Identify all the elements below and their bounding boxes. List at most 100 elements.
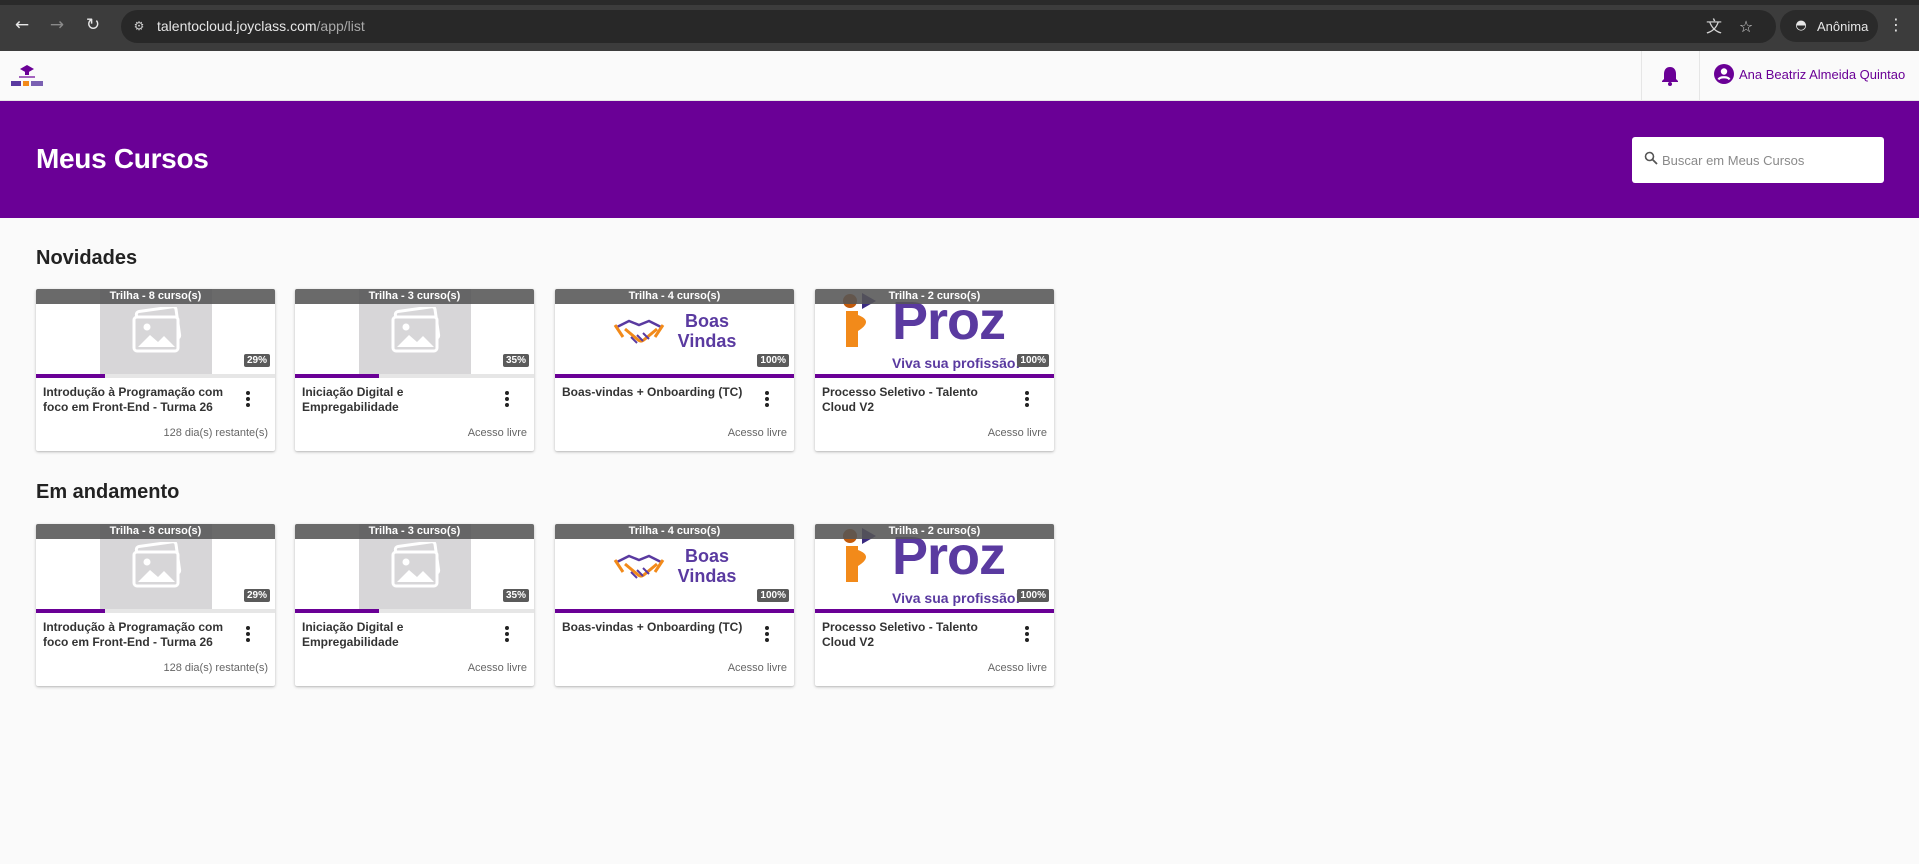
progress-percent-badge: 100% — [1017, 589, 1049, 602]
course-title[interactable]: Introdução à Programação com foco em Fro… — [43, 385, 233, 415]
course-title[interactable]: Iniciação Digital e Empregabilidade — [302, 385, 492, 415]
course-thumbnail[interactable]: Proz Viva sua profissão! Trilha - 2 curso(… — [815, 289, 1054, 378]
trail-label: Trilha - 3 curso(s) — [295, 524, 534, 539]
search-icon — [1644, 151, 1658, 165]
progress-fill — [815, 609, 1054, 613]
tab-strip — [0, 0, 1919, 5]
course-thumbnail[interactable]: Trilha - 3 curso(s) 35% — [295, 524, 534, 613]
progress-percent-badge: 100% — [1017, 354, 1049, 367]
more-options-icon[interactable] — [763, 390, 771, 408]
trail-label: Trilha - 2 curso(s) — [815, 524, 1054, 539]
course-card[interactable]: Trilha - 8 curso(s) 29% Introdução à Progr… — [36, 289, 275, 451]
course-access-info: 128 dia(s) restante(s) — [163, 427, 268, 439]
course-card[interactable]: Boas Vindas Trilha - 4 curso(s) 100% Boas-vi… — [555, 524, 794, 686]
section-title: Em andamento — [36, 481, 180, 503]
course-thumbnail[interactable]: Boas Vindas Trilha - 4 curso(s) 100% — [555, 524, 794, 613]
course-thumbnail[interactable]: Trilha - 8 curso(s) 29% — [36, 524, 275, 613]
handshake-icon — [613, 554, 665, 579]
brand-logo[interactable] — [10, 59, 44, 91]
course-access-info: Acesso livre — [727, 427, 787, 439]
more-options-icon[interactable] — [1023, 625, 1031, 643]
course-title[interactable]: Iniciação Digital e Empregabilidade — [302, 620, 492, 650]
course-thumbnail[interactable]: Proz Viva sua profissão! Trilha - 2 curso(… — [815, 524, 1054, 613]
course-title[interactable]: Introdução à Programação com foco em Fro… — [43, 620, 233, 650]
progress-bar — [295, 374, 534, 378]
more-options-icon[interactable] — [503, 625, 511, 643]
section-title: Novidades — [36, 247, 138, 269]
bookmark-star-icon[interactable]: ☆ — [1736, 17, 1756, 37]
progress-bar — [36, 609, 275, 613]
progress-percent-badge: 100% — [757, 589, 789, 602]
incognito-icon: ◓ — [1795, 18, 1807, 33]
progress-fill — [295, 609, 379, 613]
address-bar[interactable]: ⚙ talentocloud.joyclass.com/app/list 文 ☆ — [121, 10, 1776, 43]
course-card[interactable]: Boas Vindas Trilha - 4 curso(s) 100% Boas-vi… — [555, 289, 794, 451]
course-title[interactable]: Processo Seletivo - Talento Cloud V2 — [822, 385, 1012, 415]
browser-menu-icon[interactable]: ⋮ — [1885, 14, 1907, 36]
boas-vindas-logo: Boas Vindas — [613, 546, 737, 590]
progress-percent-badge: 100% — [757, 354, 789, 367]
trail-label: Trilha - 4 curso(s) — [555, 524, 794, 539]
course-card[interactable]: Proz Viva sua profissão! Trilha - 2 curso(… — [815, 289, 1054, 451]
url-text[interactable]: talentocloud.joyclass.com/app/list — [157, 18, 365, 34]
course-access-info: Acesso livre — [467, 662, 527, 674]
user-name[interactable]: Ana Beatriz Almeida Quintao — [1739, 67, 1905, 82]
boas-vindas-logo: Boas Vindas — [613, 311, 737, 355]
trail-label: Trilha - 3 curso(s) — [295, 289, 534, 304]
forward-icon[interactable]: → — [46, 14, 68, 36]
handshake-icon — [613, 319, 665, 344]
course-title[interactable]: Boas-vindas + Onboarding (TC) — [562, 385, 752, 400]
course-card[interactable]: Trilha - 3 curso(s) 35% Iniciação Digital … — [295, 524, 534, 686]
course-card[interactable]: Proz Viva sua profissão! Trilha - 2 curso(… — [815, 524, 1054, 686]
progress-bar — [555, 609, 794, 613]
trail-label: Trilha - 2 curso(s) — [815, 289, 1054, 304]
trail-label: Trilha - 8 curso(s) — [36, 524, 275, 539]
progress-fill — [36, 374, 105, 378]
more-options-icon[interactable] — [1023, 390, 1031, 408]
site-settings-icon[interactable]: ⚙ — [131, 18, 147, 34]
header-divider — [1641, 51, 1642, 101]
proz-tagline: Viva sua profissão! — [892, 355, 1021, 371]
account-circle-icon[interactable] — [1714, 64, 1734, 84]
trail-label: Trilha - 4 curso(s) — [555, 289, 794, 304]
header-divider — [1699, 51, 1700, 101]
boas-vindas-text: Boas Vindas — [677, 311, 737, 351]
progress-bar — [295, 609, 534, 613]
more-options-icon[interactable] — [244, 390, 252, 408]
course-thumbnail[interactable]: Boas Vindas Trilha - 4 curso(s) 100% — [555, 289, 794, 378]
page-title: Meus Cursos — [36, 143, 209, 174]
progress-bar — [555, 374, 794, 378]
more-options-icon[interactable] — [244, 625, 252, 643]
progress-bar — [36, 374, 275, 378]
search-box[interactable] — [1632, 137, 1884, 183]
search-input[interactable] — [1662, 150, 1872, 170]
app-header: Ana Beatriz Almeida Quintao — [0, 51, 1919, 101]
notifications-bell-icon[interactable] — [1659, 64, 1681, 88]
progress-percent-badge: 29% — [243, 589, 270, 602]
boas-vindas-text: Boas Vindas — [677, 546, 737, 586]
progress-bar — [815, 609, 1054, 613]
course-thumbnail[interactable]: Trilha - 3 curso(s) 35% — [295, 289, 534, 378]
progress-fill — [555, 374, 794, 378]
incognito-label: Anônima — [1817, 19, 1869, 34]
progress-fill — [295, 374, 379, 378]
reload-icon[interactable]: ↻ — [82, 14, 104, 36]
back-icon[interactable]: ← — [11, 14, 33, 36]
course-card[interactable]: Trilha - 8 curso(s) 29% Introdução à Progr… — [36, 524, 275, 686]
proz-tagline: Viva sua profissão! — [892, 590, 1021, 606]
translate-icon[interactable]: 文 — [1704, 17, 1724, 37]
page-banner: Meus Cursos — [0, 101, 1919, 218]
more-options-icon[interactable] — [503, 390, 511, 408]
course-access-info: Acesso livre — [467, 427, 527, 439]
progress-percent-badge: 35% — [502, 589, 529, 602]
course-title[interactable]: Boas-vindas + Onboarding (TC) — [562, 620, 752, 635]
more-options-icon[interactable] — [763, 625, 771, 643]
course-title[interactable]: Processo Seletivo - Talento Cloud V2 — [822, 620, 1012, 650]
incognito-profile-button[interactable]: ◓ Anônima — [1780, 10, 1878, 42]
course-access-info: 128 dia(s) restante(s) — [163, 662, 268, 674]
progress-percent-badge: 29% — [243, 354, 270, 367]
course-card[interactable]: Trilha - 3 curso(s) 35% Iniciação Digital … — [295, 289, 534, 451]
browser-toolbar: ← → ↻ ⚙ talentocloud.joyclass.com/app/li… — [0, 0, 1919, 51]
progress-percent-badge: 35% — [502, 354, 529, 367]
course-thumbnail[interactable]: Trilha - 8 curso(s) 29% — [36, 289, 275, 378]
